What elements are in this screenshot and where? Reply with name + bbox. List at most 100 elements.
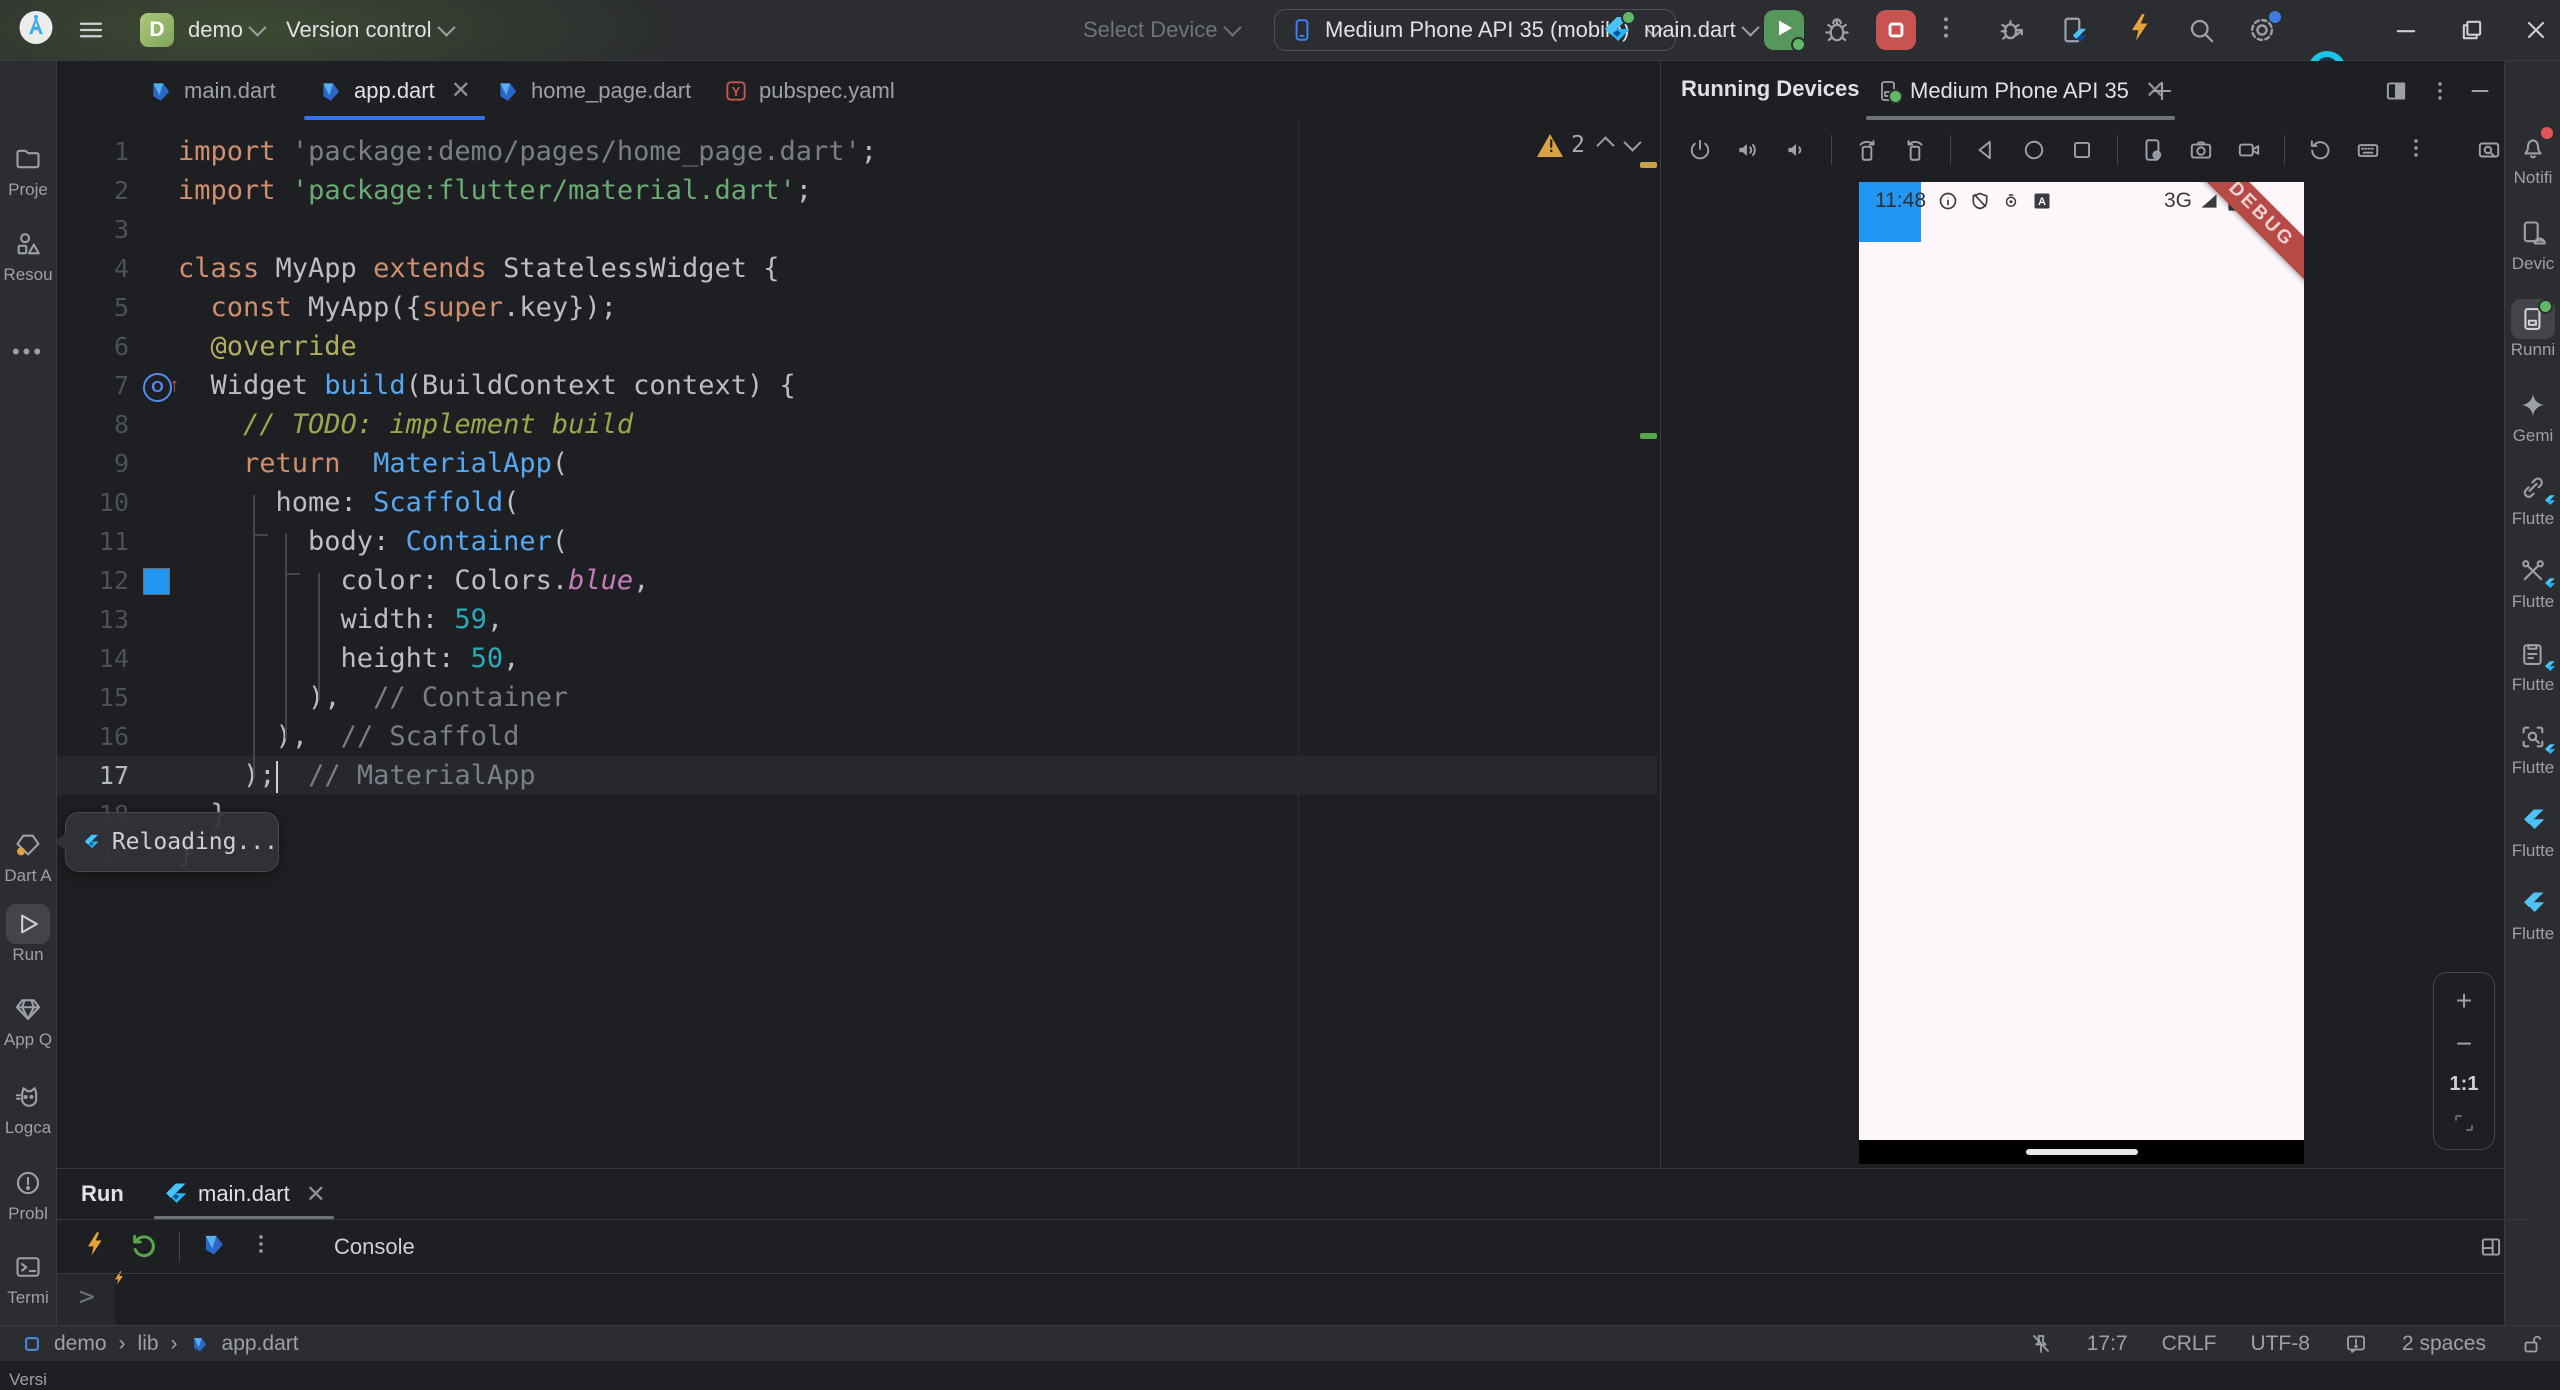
sidebar-item-terminal[interactable]: Termi <box>0 1247 56 1308</box>
hide-panel-button[interactable] <box>2467 78 2493 104</box>
sidebar-item-problems[interactable]: Probl <box>0 1163 56 1224</box>
more-icon[interactable] <box>2403 135 2429 166</box>
code-line-6[interactable]: 6 @override <box>57 327 1657 366</box>
hot-reload-icon[interactable] <box>2124 12 2156 49</box>
code-line-15[interactable]: 15 ), // Container <box>57 678 1657 717</box>
overriding-method-gutter-icon[interactable]: O <box>143 366 179 405</box>
gesture-pill[interactable] <box>2025 1149 2138 1155</box>
more-actions-button[interactable] <box>1932 14 1960 47</box>
more-icon[interactable] <box>248 1231 274 1262</box>
console-layout-icon[interactable] <box>2478 1234 2504 1260</box>
code-line-4[interactable]: 4 class MyApp extends StatelessWidget { <box>57 249 1657 288</box>
close-tab-icon[interactable]: ✕ <box>306 1180 326 1209</box>
file-encoding[interactable]: UTF-8 <box>2250 1332 2310 1356</box>
chevron-up-icon[interactable] <box>1596 135 1615 155</box>
sidebar-item-app-quality-insights[interactable]: App Q <box>0 989 56 1050</box>
code-line-19[interactable]: 19} <box>57 834 1657 873</box>
code-line-8[interactable]: 8 // TODO: implement build <box>57 405 1657 444</box>
sidebar-item-flutter-extra[interactable]: Flutte <box>2505 883 2560 944</box>
sidebar-item-notifications[interactable]: Notifi <box>2505 127 2560 188</box>
zoom-actual-size-button[interactable]: 1:1 <box>2450 1073 2479 1096</box>
chevron-down-icon[interactable] <box>1623 132 1642 152</box>
select-device-dropdown[interactable]: Select Device <box>1083 17 1242 43</box>
device-settings-icon[interactable] <box>2140 137 2166 163</box>
inspection-highlight-icon[interactable] <box>2344 1332 2368 1356</box>
volume-up-icon[interactable] <box>1735 137 1761 163</box>
code-line-5[interactable]: 5 const MyApp({super.key}); <box>57 288 1657 327</box>
device-mirror-icon[interactable] <box>2058 15 2088 45</box>
code-line-13[interactable]: 13 width: 59, <box>57 600 1657 639</box>
rotate-right-icon[interactable] <box>1902 137 1928 163</box>
virtual-keyboard-icon[interactable] <box>2355 137 2381 163</box>
code-line-11[interactable]: 11 body: Container( <box>57 522 1657 561</box>
code-line-1[interactable]: 1 import 'package:demo/pages/home_page.da… <box>57 132 1657 171</box>
reset-icon[interactable] <box>2307 137 2333 163</box>
console-output[interactable]: > <box>57 1273 2504 1327</box>
pin-disabled-icon[interactable] <box>2029 1332 2053 1356</box>
zoom-in-button[interactable]: + <box>2456 986 2472 1015</box>
color-preview-gutter-icon[interactable] <box>143 568 170 595</box>
sidebar-item-resource-manager[interactable]: Resou <box>0 224 56 285</box>
sidebar-item-flutter-outline[interactable]: Flutte <box>2505 717 2560 778</box>
screenshot-icon[interactable] <box>2188 137 2214 163</box>
lock-open-icon[interactable] <box>2520 1332 2544 1356</box>
zoom-fit-button[interactable] <box>2452 1111 2476 1135</box>
panel-options-button[interactable] <box>2427 78 2453 109</box>
sidebar-item-device-manager[interactable]: Devic <box>2505 213 2560 274</box>
attach-debugger-icon[interactable] <box>1998 15 2028 45</box>
back-icon[interactable] <box>1973 137 1999 163</box>
sidebar-item-flutter-attach[interactable]: Flutte <box>2505 468 2560 529</box>
run-config-dropdown[interactable]: main.dart <box>1644 17 1760 43</box>
breadcrumb-dir[interactable]: lib <box>138 1332 159 1356</box>
home-icon[interactable] <box>2021 137 2047 163</box>
stop-button[interactable] <box>1876 10 1916 50</box>
code-line-9[interactable]: 9 return MaterialApp( <box>57 444 1657 483</box>
layout-settings-button[interactable] <box>2383 78 2409 104</box>
code-line-3[interactable]: 3 <box>57 210 1657 249</box>
zoom-out-button[interactable]: − <box>2456 1029 2472 1058</box>
sidebar-item-run[interactable]: Run <box>0 904 56 965</box>
indent-setting[interactable]: 2 spaces <box>2402 1332 2486 1356</box>
overview-icon[interactable] <box>2069 137 2095 163</box>
breadcrumb-project[interactable]: demo <box>54 1332 107 1356</box>
sidebar-item-project[interactable]: Proje <box>0 139 56 200</box>
breadcrumb-file[interactable]: app.dart <box>222 1332 299 1356</box>
run-button[interactable] <box>1764 10 1806 52</box>
main-menu-button[interactable] <box>76 15 106 45</box>
sidebar-item-running-devices[interactable]: Runni <box>2505 299 2560 360</box>
project-selector[interactable]: demo <box>188 17 267 43</box>
sidebar-item-dart-analysis[interactable]: Dart A <box>0 825 56 886</box>
device-tab[interactable]: Medium Phone API 35 ✕ <box>1866 61 2176 120</box>
dart-icon[interactable] <box>200 1230 228 1263</box>
new-tab-button[interactable] <box>2148 77 2176 105</box>
code-line-17[interactable]: 17 ); // MaterialApp <box>57 756 1657 795</box>
close-tab-icon[interactable]: ✕ <box>451 76 471 105</box>
code-line-14[interactable]: 14 height: 50, <box>57 639 1657 678</box>
sidebar-item-logcat[interactable]: Logca <box>0 1077 56 1138</box>
window-minimize-button[interactable] <box>2392 16 2420 44</box>
sidebar-item-flutter-performance[interactable]: Flutte <box>2505 551 2560 612</box>
power-icon[interactable] <box>1687 137 1713 163</box>
sidebar-item-flutter-coverage[interactable]: Flutte <box>2505 800 2560 861</box>
emulator-screen[interactable]: 11:48 A 3G DEBUG <box>1859 182 2304 1140</box>
tab-home-page-dart[interactable]: home_page.dart <box>495 61 691 120</box>
tab-pubspec-yaml[interactable]: Y pubspec.yaml <box>723 61 895 120</box>
console-prompt[interactable]: > <box>79 1282 95 1312</box>
tab-app-dart[interactable]: app.dart ✕ <box>304 61 485 120</box>
volume-down-icon[interactable] <box>1783 137 1809 163</box>
settings-gear-icon[interactable] <box>2246 11 2281 46</box>
window-close-button[interactable] <box>2522 16 2550 44</box>
vcs-change-stripe-mark[interactable] <box>1640 433 1657 439</box>
code-line-2[interactable]: 2 import 'package:flutter/material.dart'; <box>57 171 1657 210</box>
hot-restart-icon[interactable] <box>115 1232 159 1285</box>
line-separator[interactable]: CRLF <box>2162 1332 2217 1356</box>
console-label[interactable]: Console <box>334 1234 415 1260</box>
more-tool-windows-button[interactable]: ••• <box>0 339 56 365</box>
code-line-18[interactable]: 18 } <box>57 795 1657 834</box>
code-line-12[interactable]: 12 color: Colors.blue, <box>57 561 1657 600</box>
search-everywhere-icon[interactable] <box>2186 15 2216 45</box>
debug-button[interactable] <box>1822 15 1852 45</box>
screen-record-icon[interactable] <box>2236 137 2262 163</box>
window-restore-button[interactable] <box>2458 16 2486 44</box>
fit-screen-icon[interactable] <box>2476 137 2502 163</box>
